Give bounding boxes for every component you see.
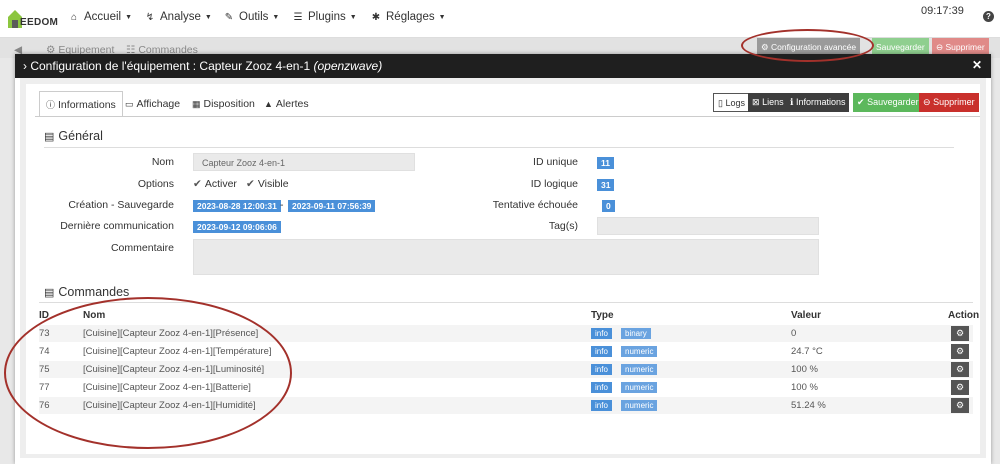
cmd-config-gear-icon[interactable]: ⚙ bbox=[951, 362, 969, 377]
date-separator: - bbox=[280, 199, 284, 211]
last-comm-label: Dernière communication bbox=[60, 220, 174, 232]
wrench-icon: ✎ bbox=[224, 12, 234, 23]
chevron-down-icon: ▼ bbox=[125, 14, 133, 21]
modal-title: › Configuration de l'équipement : Capteu… bbox=[23, 59, 383, 73]
cmd-config-gear-icon[interactable]: ⚙ bbox=[951, 344, 969, 359]
check-icon: ✔ bbox=[193, 178, 202, 190]
links-button[interactable]: ⊠ Liens bbox=[748, 93, 788, 112]
monitor-icon: ▭ bbox=[125, 99, 134, 109]
id-unique-badge: 11 bbox=[597, 157, 614, 169]
general-section-title: ▤ Général bbox=[44, 129, 103, 143]
clipboard-icon: ▤ bbox=[44, 131, 55, 143]
chevron-right-icon: › bbox=[23, 59, 27, 73]
nav-reglages[interactable]: ✱ Réglages ▼ bbox=[369, 11, 446, 23]
nav-analyse[interactable]: ↯ Analyse ▼ bbox=[143, 11, 212, 23]
chevron-down-icon: ▼ bbox=[272, 14, 280, 21]
col-header-type: Type bbox=[591, 310, 614, 321]
chevron-down-icon: ▼ bbox=[438, 14, 446, 21]
grid-icon: ▦ bbox=[192, 99, 201, 109]
id-logique-label: ID logique bbox=[530, 178, 578, 190]
minus-circle-icon: ⊖ bbox=[923, 97, 931, 107]
visible-checkbox[interactable]: ✔ Visible bbox=[246, 178, 289, 190]
subtype-pill: binary bbox=[621, 328, 651, 339]
info-icon: ⓘ bbox=[46, 100, 56, 110]
check-circle-icon: ✔ bbox=[857, 97, 865, 107]
informations-button[interactable]: ℹ Informations bbox=[786, 93, 850, 112]
col-header-valeur: Valeur bbox=[791, 310, 822, 321]
type-pill: info bbox=[591, 328, 612, 339]
info-small-icon: ℹ bbox=[790, 97, 794, 107]
type-pill: info bbox=[591, 382, 612, 393]
options-label: Options bbox=[137, 178, 174, 190]
subtype-pill: numeric bbox=[621, 364, 658, 375]
logs-button[interactable]: ▯ Logs bbox=[713, 93, 750, 112]
gear-icon: ✱ bbox=[371, 12, 381, 23]
comment-textarea[interactable] bbox=[193, 239, 819, 275]
clock: 09:17:39 bbox=[921, 5, 964, 17]
tab-informations[interactable]: ⓘ Informations bbox=[39, 91, 123, 117]
subtype-pill: numeric bbox=[621, 400, 658, 411]
tabs-divider bbox=[35, 116, 980, 117]
warning-icon: ▲ bbox=[264, 99, 273, 109]
creation-date-badge: 2023-08-28 12:00:31 bbox=[193, 200, 281, 212]
cmd-config-gear-icon[interactable]: ⚙ bbox=[951, 326, 969, 341]
general-divider bbox=[44, 147, 954, 148]
list-icon: ☰ bbox=[293, 12, 303, 23]
comment-label: Commentaire bbox=[110, 242, 174, 254]
tentative-badge: 0 bbox=[602, 200, 615, 212]
save-date-badge: 2023-09-11 07:56:39 bbox=[288, 200, 376, 212]
save-button[interactable]: ✔ Sauvegarder bbox=[853, 93, 923, 112]
tab-disposition[interactable]: ▦ Disposition bbox=[186, 91, 261, 117]
list-alt-icon: ▤ bbox=[44, 287, 55, 299]
close-icon[interactable]: ✕ bbox=[972, 58, 982, 72]
home-icon: ⌂ bbox=[70, 12, 78, 23]
nom-input[interactable]: Capteur Zooz 4-en-1 bbox=[193, 153, 415, 171]
tab-alertes[interactable]: ▲ Alertes bbox=[258, 91, 315, 117]
subtype-pill: numeric bbox=[621, 346, 658, 357]
tab-affichage[interactable]: ▭ Affichage bbox=[119, 91, 186, 117]
jeedom-logo[interactable]: EEDOM bbox=[6, 5, 58, 33]
col-header-action: Action bbox=[948, 310, 980, 321]
id-logique-badge: 31 bbox=[597, 179, 615, 191]
chevron-down-icon: ▼ bbox=[349, 14, 357, 21]
check-icon: ✔ bbox=[246, 178, 255, 190]
type-pill: info bbox=[591, 364, 612, 375]
chevron-down-icon: ▼ bbox=[204, 14, 212, 21]
activer-checkbox[interactable]: ✔ Activer bbox=[193, 178, 237, 190]
nom-label: Nom bbox=[151, 156, 174, 168]
delete-button[interactable]: ⊖ Supprimer bbox=[919, 93, 979, 112]
logo-text: EEDOM bbox=[20, 17, 59, 28]
nav-outils[interactable]: ✎ Outils ▼ bbox=[222, 11, 280, 23]
tentative-label: Tentative échouée bbox=[492, 199, 578, 211]
annotation-ellipse-commands bbox=[4, 297, 292, 449]
annotation-ellipse-advanced-config bbox=[741, 29, 874, 62]
cmd-config-gear-icon[interactable]: ⚙ bbox=[951, 398, 969, 413]
link-icon: ⊠ bbox=[752, 97, 760, 107]
tags-input[interactable] bbox=[597, 217, 819, 235]
cmd-config-gear-icon[interactable]: ⚙ bbox=[951, 380, 969, 395]
help-icon[interactable]: ? bbox=[983, 11, 994, 22]
nav-accueil[interactable]: ⌂ Accueil ▼ bbox=[67, 11, 132, 23]
type-pill: info bbox=[591, 346, 612, 357]
last-comm-badge: 2023-09-12 09:06:06 bbox=[193, 221, 281, 233]
subtype-pill: numeric bbox=[621, 382, 658, 393]
creation-label: Création - Sauvegarde bbox=[68, 199, 174, 211]
tags-label: Tag(s) bbox=[548, 220, 578, 232]
analysis-icon: ↯ bbox=[145, 12, 155, 23]
type-pill: info bbox=[591, 400, 612, 411]
file-icon: ▯ bbox=[718, 98, 723, 108]
id-unique-label: ID unique bbox=[533, 156, 578, 168]
nav-plugins[interactable]: ☰ Plugins ▼ bbox=[291, 11, 357, 23]
commands-section-title: ▤ Commandes bbox=[44, 285, 130, 299]
